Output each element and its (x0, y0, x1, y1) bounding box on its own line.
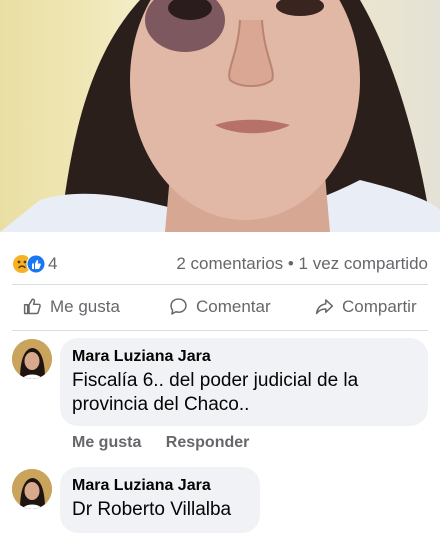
comment-button[interactable]: Comentar (168, 296, 271, 317)
avatar[interactable] (12, 469, 52, 509)
comments-shares-count[interactable]: 2 comentarios • 1 vez compartido (176, 254, 428, 274)
like-button-label: Me gusta (50, 296, 120, 316)
comment-reply-button[interactable]: Responder (166, 434, 250, 451)
comment-bubble-icon (170, 298, 187, 315)
comment-button-label: Comentar (196, 296, 271, 316)
reaction-icons (12, 254, 46, 274)
comment-text-line: provincia del Chaco.. (72, 394, 250, 415)
post-photo[interactable] (0, 0, 440, 232)
reaction-count: 4 (48, 254, 58, 273)
divider (12, 284, 428, 285)
comment-bubble[interactable]: Mara Luziana Jara Dr Roberto Villalba (60, 467, 260, 533)
like-thumb-icon (26, 254, 46, 274)
share-button-label: Compartir (342, 296, 417, 316)
like-button[interactable]: Me gusta (22, 296, 120, 317)
divider (12, 330, 428, 331)
comment-bubble[interactable]: Mara Luziana Jara Fiscalía 6.. del poder… (60, 338, 428, 426)
comment-text: Dr Roberto Villalba (72, 498, 246, 522)
share-button[interactable]: Compartir (314, 296, 417, 317)
share-arrow-icon (315, 299, 334, 315)
reactions-summary[interactable]: 4 2 comentarios • 1 vez compartido (0, 238, 440, 286)
comment-text-line: Dr Roberto Villalba (72, 499, 232, 520)
thumbs-up-icon (23, 298, 41, 315)
comment-text-line: Fiscalía 6.. del poder judicial de la (72, 370, 359, 391)
comment-text: Fiscalía 6.. del poder judicial de la pr… (72, 369, 414, 417)
comment-author[interactable]: Mara Luziana Jara (72, 476, 246, 496)
comment-author[interactable]: Mara Luziana Jara (72, 347, 414, 367)
comment-actions: Me gusta Responder (72, 434, 269, 452)
comment-like-button[interactable]: Me gusta (72, 434, 141, 451)
avatar[interactable] (12, 339, 52, 379)
post-action-bar: Me gusta Comentar Compartir (0, 288, 440, 328)
